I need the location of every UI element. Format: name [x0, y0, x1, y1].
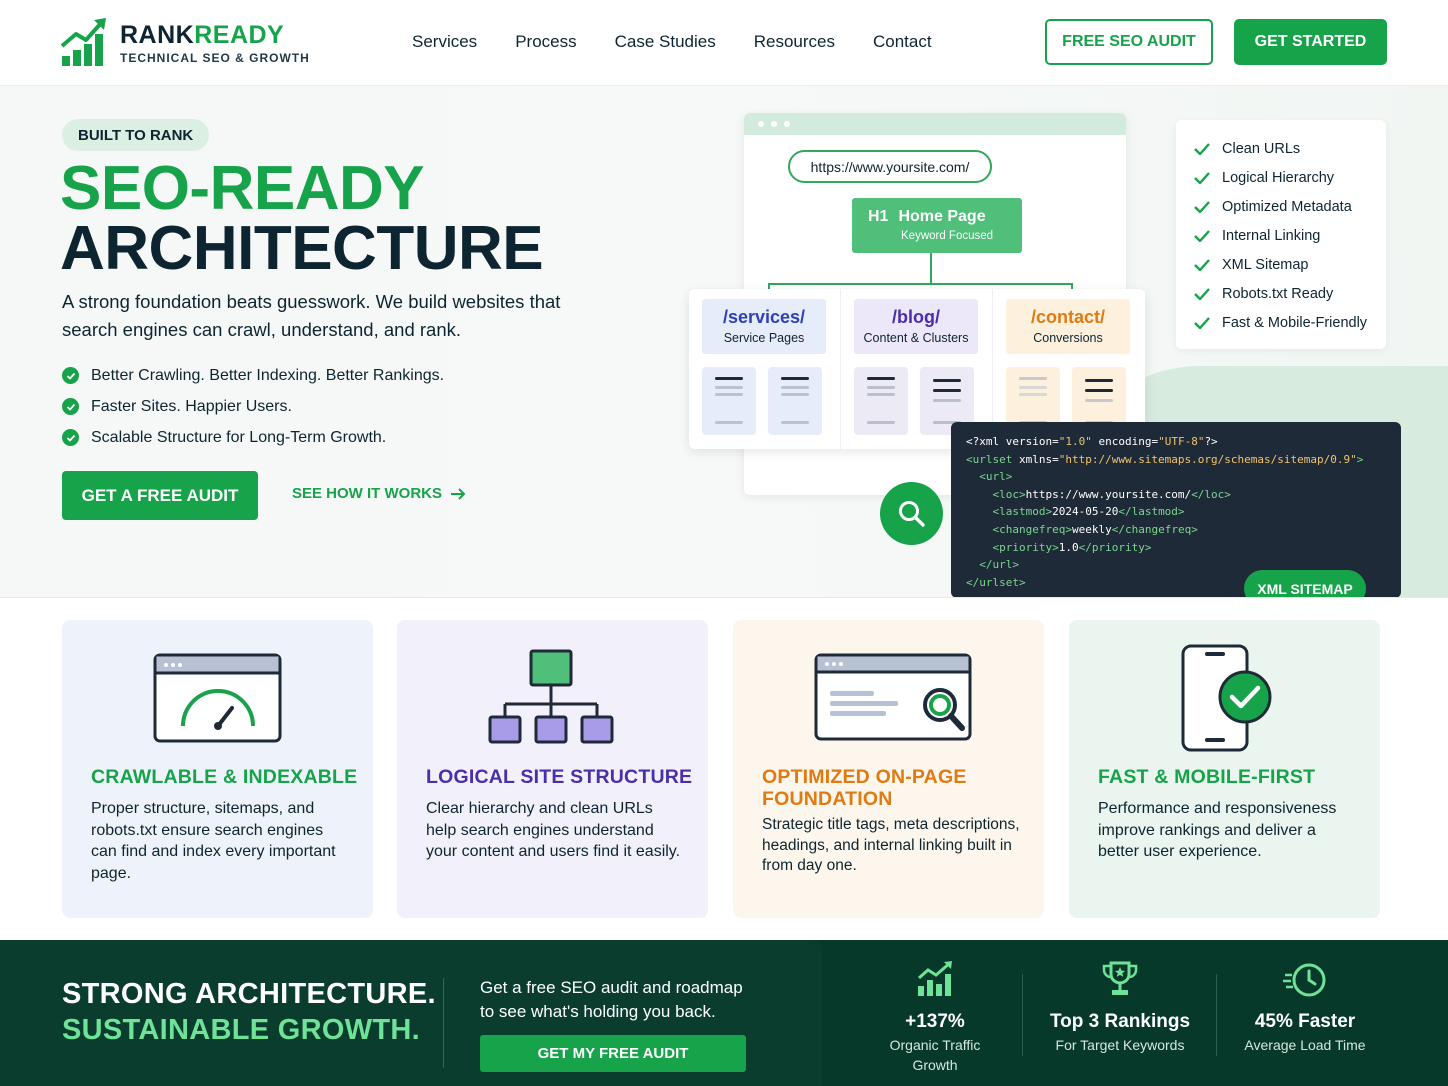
card-fast-mobile: FAST & MOBILE-FIRST Performance and resp… [1069, 620, 1380, 918]
checkmark-icon [1194, 316, 1210, 329]
page-doc-icon [854, 367, 908, 435]
checkmark-icon [1194, 200, 1210, 213]
get-free-audit-button[interactable]: GET A FREE AUDIT [62, 471, 258, 520]
list-item: Internal Linking [1194, 221, 1386, 250]
checkmark-icon [1194, 142, 1210, 155]
band-headline-2: SUSTAINABLE GROWTH. [62, 1014, 420, 1046]
band-copy: Get a free SEO audit and roadmap to see … [480, 978, 743, 1021]
brand-name: RANKREADY [120, 20, 285, 49]
card-title: FAST & MOBILE-FIRST [1098, 766, 1316, 788]
check-circle-icon [62, 398, 79, 415]
arrow-right-icon [451, 487, 466, 500]
page-search-icon [814, 653, 972, 741]
growth-chart-icon [918, 961, 952, 996]
check-circle-icon [62, 429, 79, 446]
url-bar: https://www.yoursite.com/ [788, 150, 992, 183]
get-my-free-audit-button[interactable]: GET MY FREE AUDIT [480, 1035, 746, 1072]
checkmark-icon [1194, 171, 1210, 184]
card-crawlable: CRAWLABLE & INDEXABLE Proper structure, … [62, 620, 373, 918]
stat-speed: 45% Faster Average Load Time [1234, 960, 1376, 1055]
card-description: Proper structure, sitemaps, and robots.t… [91, 800, 336, 882]
trophy-icon [1102, 961, 1138, 995]
list-item: Fast & Mobile-Friendly [1194, 308, 1386, 337]
services-node: /services/ Service Pages [689, 289, 841, 449]
card-description: Strategic title tags, meta descriptions,… [762, 816, 1020, 874]
site-header: RANKREADY TECHNICAL SEO & GROWTH Service… [0, 0, 1448, 86]
home-page-node: H1 Home Page Keyword Focused [852, 198, 1022, 253]
page-doc-icon [768, 367, 822, 435]
card-title: OPTIMIZED ON-PAGE FOUNDATION [762, 766, 967, 810]
hero-section: BUILT TO RANK SEO-READY ARCHITECTURE A s… [0, 86, 1448, 598]
card-logical-structure: LOGICAL SITE STRUCTURE Clear hierarchy a… [397, 620, 708, 918]
divider [443, 978, 444, 1068]
list-item: Faster Sites. Happier Users. [62, 391, 444, 422]
card-title: LOGICAL SITE STRUCTURE [426, 766, 693, 788]
see-how-it-works-link[interactable]: SEE HOW IT WORKS [292, 485, 466, 502]
list-item: Scalable Structure for Long-Term Growth. [62, 422, 444, 453]
stat-rankings: Top 3 Rankings For Target Keywords [1040, 960, 1200, 1055]
get-started-button[interactable]: GET STARTED [1234, 19, 1387, 65]
stat-traffic: +137% Organic Traffic Growth [874, 960, 996, 1075]
stopwatch-icon [1283, 963, 1326, 997]
nav-process[interactable]: Process [515, 32, 576, 52]
list-item: Better Crawling. Better Indexing. Better… [62, 360, 444, 391]
checkmark-icon [1194, 229, 1210, 242]
card-description: Clear hierarchy and clean URLs help sear… [426, 800, 681, 860]
card-title: CRAWLABLE & INDEXABLE [91, 766, 358, 788]
brand-logo[interactable]: RANKREADY TECHNICAL SEO & GROWTH [60, 18, 310, 68]
page-doc-icon [702, 367, 756, 435]
card-description: Performance and responsiveness improve r… [1098, 800, 1337, 860]
band-headline-1: STRONG ARCHITECTURE. [62, 978, 436, 1010]
nav-services[interactable]: Services [412, 32, 477, 52]
hero-title-line2: ARCHITECTURE [60, 214, 544, 283]
card-on-page: OPTIMIZED ON-PAGE FOUNDATION Strategic ti… [733, 620, 1044, 918]
hero-checklist: Better Crawling. Better Indexing. Better… [62, 360, 444, 453]
sitemap-tree-icon [488, 649, 614, 744]
list-item: Optimized Metadata [1194, 192, 1386, 221]
search-button[interactable] [880, 482, 943, 545]
list-item: Clean URLs [1194, 134, 1386, 163]
list-item: Robots.txt Ready [1194, 279, 1386, 308]
divider [1216, 974, 1217, 1056]
search-icon [898, 500, 925, 527]
main-nav: Services Process Case Studies Resources … [412, 32, 932, 52]
list-item: Logical Hierarchy [1194, 163, 1386, 192]
tree-connector [930, 253, 932, 283]
check-circle-icon [62, 367, 79, 384]
growth-bars-logo-icon [60, 18, 106, 66]
xml-sitemap-badge: XML SITEMAP [1244, 570, 1366, 597]
seo-features-list: Clean URLs Logical Hierarchy Optimized M… [1176, 120, 1386, 349]
brand-tagline: TECHNICAL SEO & GROWTH [120, 50, 310, 65]
mobile-check-icon [1181, 644, 1272, 752]
browser-bar [744, 113, 1126, 135]
checkmark-icon [1194, 287, 1210, 300]
list-item: XML Sitemap [1194, 250, 1386, 279]
cta-band: STRONG ARCHITECTURE. SUSTAINABLE GROWTH.… [0, 940, 1448, 1086]
divider [1022, 974, 1023, 1056]
free-seo-audit-button[interactable]: FREE SEO AUDIT [1045, 19, 1213, 65]
hero-eyebrow: BUILT TO RANK [62, 119, 210, 151]
nav-case-studies[interactable]: Case Studies [615, 32, 716, 52]
nav-contact[interactable]: Contact [873, 32, 932, 52]
hero-lede: A strong foundation beats guesswork. We … [62, 291, 561, 340]
hero-title-line1: SEO-READY [60, 154, 425, 223]
checkmark-icon [1194, 258, 1210, 271]
nav-resources[interactable]: Resources [754, 32, 835, 52]
speedometer-browser-icon [153, 653, 282, 743]
